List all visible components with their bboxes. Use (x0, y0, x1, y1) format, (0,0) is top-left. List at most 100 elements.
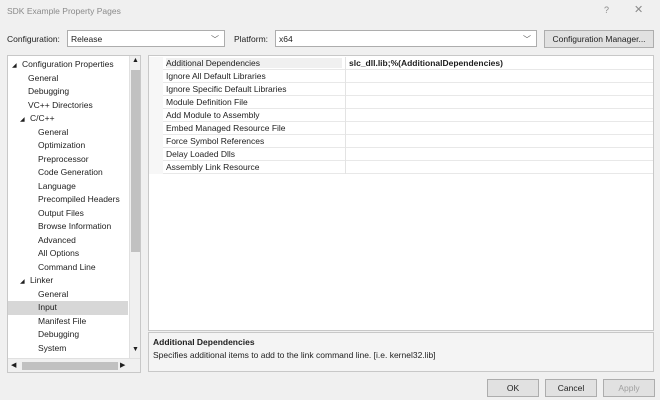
property-row[interactable]: Module Definition File (149, 96, 653, 109)
configuration-manager-button[interactable]: Configuration Manager... (544, 30, 654, 48)
configuration-value: Release (71, 34, 103, 44)
tree-item-label: Optimization (38, 140, 86, 150)
tree-item-label: General (38, 288, 69, 299)
property-row[interactable]: Add Module to Assembly (149, 109, 653, 122)
tree-item-label: Configuration Properties (22, 59, 114, 69)
row-margin (149, 148, 163, 161)
tree-item[interactable]: Optimization (8, 139, 128, 153)
ok-button[interactable]: OK (487, 379, 539, 397)
tree-item[interactable]: Manifest File (8, 315, 128, 329)
tree-item[interactable]: Browse Information (8, 220, 128, 234)
row-margin (149, 83, 163, 96)
column-divider (345, 109, 346, 122)
tree-item[interactable]: Precompiled Headers (8, 193, 128, 207)
tree-vertical-scrollbar[interactable]: ▲ ▼ (129, 56, 140, 358)
column-divider (345, 122, 346, 135)
platform-value: x64 (279, 34, 293, 44)
property-row[interactable]: Ignore All Default Libraries (149, 70, 653, 83)
tree-item-label: Input (38, 302, 57, 312)
tree-item-label: Language (38, 180, 76, 191)
tree-item-label: Code Generation (38, 167, 103, 177)
description-title: Additional Dependencies (153, 337, 255, 347)
column-divider (345, 57, 346, 70)
tree-item[interactable]: Advanced (8, 234, 128, 248)
tree-item[interactable]: Output Files (8, 207, 128, 221)
tree-horizontal-scrollbar[interactable]: ◀ ▶ (8, 358, 140, 372)
property-grid[interactable]: Additional Dependencies slc_dll.lib;%(Add… (148, 55, 654, 331)
configuration-row: Configuration: Release ﹀ Platform: x64 ﹀… (0, 28, 660, 50)
column-divider (345, 148, 346, 161)
tree-item-label: C/C++ (30, 113, 55, 123)
tree-item[interactable]: ◢ Configuration Properties (8, 58, 128, 72)
tree-item-label: Debugging (28, 86, 70, 96)
tree-item[interactable]: Debugging (8, 85, 128, 99)
window-title: SDK Example Property Pages (7, 6, 121, 16)
property-value[interactable]: slc_dll.lib;%(AdditionalDependencies) (349, 58, 503, 68)
scroll-thumb[interactable] (22, 362, 118, 370)
scroll-up-icon[interactable]: ▲ (132, 57, 139, 64)
property-row[interactable]: Embed Managed Resource File (149, 122, 653, 135)
scroll-down-icon[interactable]: ▼ (132, 346, 139, 353)
property-name: Ignore All Default Libraries (166, 71, 266, 81)
tree-item[interactable]: Code Generation (8, 166, 128, 180)
tree-item[interactable]: ◢ C/C++ (8, 112, 128, 126)
tree-item-label: General (28, 72, 59, 83)
tree-item[interactable]: General (8, 288, 128, 302)
tree-item[interactable]: Preprocessor (8, 153, 128, 167)
property-row[interactable]: Delay Loaded Dlls (149, 148, 653, 161)
tree-item[interactable]: System (8, 342, 128, 356)
row-margin (149, 135, 163, 148)
tree-item[interactable]: Input (8, 301, 128, 315)
row-margin (149, 70, 163, 83)
property-name: Force Symbol References (166, 136, 265, 146)
close-icon[interactable]: ✕ (634, 3, 643, 16)
chevron-down-icon: ﹀ (211, 35, 219, 44)
tree-item[interactable]: ◢ Linker (8, 274, 128, 288)
tree-item[interactable]: Debugging (8, 328, 128, 342)
property-name: Module Definition File (166, 97, 248, 107)
tree-item-label: VC++ Directories (28, 99, 93, 110)
tree-item[interactable]: General (8, 126, 128, 140)
property-row[interactable]: Ignore Specific Default Libraries (149, 83, 653, 96)
title-bar: SDK Example Property Pages ? ✕ (0, 0, 660, 22)
row-margin (149, 57, 163, 70)
tree-item-label: Output Files (38, 207, 84, 218)
tree-item[interactable]: Command Line (8, 261, 128, 275)
tree-item-label: System (38, 342, 67, 353)
scroll-thumb[interactable] (131, 70, 140, 252)
tree-item-label: Browse Information (38, 221, 112, 231)
column-divider (345, 70, 346, 83)
help-icon[interactable]: ? (604, 5, 609, 15)
cancel-button[interactable]: Cancel (545, 379, 597, 397)
property-name: Embed Managed Resource File (166, 123, 286, 133)
tree-item-label: Linker (30, 275, 54, 285)
category-tree[interactable]: ◢ Configuration Properties General Debuggin… (7, 55, 141, 373)
platform-select[interactable]: x64 ﹀ (275, 30, 537, 47)
row-margin (149, 122, 163, 135)
tree-item-label: All Options (38, 248, 80, 258)
tree-item-label: Command Line (38, 261, 96, 272)
configuration-label: Configuration: (7, 34, 60, 44)
apply-button[interactable]: Apply (603, 379, 655, 397)
tree-item-label: Debugging (38, 329, 80, 339)
configuration-select[interactable]: Release ﹀ (67, 30, 225, 47)
column-divider (345, 96, 346, 109)
property-row[interactable]: Force Symbol References (149, 135, 653, 148)
tree-item-label: Precompiled Headers (38, 194, 120, 204)
tree-item[interactable]: VC++ Directories (8, 99, 128, 113)
tree-item[interactable]: Language (8, 180, 128, 194)
property-name: Add Module to Assembly (166, 110, 260, 120)
column-divider (345, 83, 346, 96)
tree-item[interactable]: All Options (8, 247, 128, 261)
property-row[interactable]: Assembly Link Resource (149, 161, 653, 174)
tree-item-label: Advanced (38, 234, 76, 245)
property-name: Delay Loaded Dlls (166, 149, 235, 159)
platform-label: Platform: (234, 34, 269, 44)
description-text: Specifies additional items to add to the… (153, 350, 436, 360)
tree-item[interactable]: General (8, 72, 128, 86)
scroll-right-icon[interactable]: ▶ (120, 361, 125, 369)
property-row[interactable]: Additional Dependencies slc_dll.lib;%(Add… (149, 57, 653, 70)
row-margin (149, 109, 163, 122)
scroll-left-icon[interactable]: ◀ (11, 361, 16, 369)
tree-item-label: Preprocessor (38, 153, 89, 164)
